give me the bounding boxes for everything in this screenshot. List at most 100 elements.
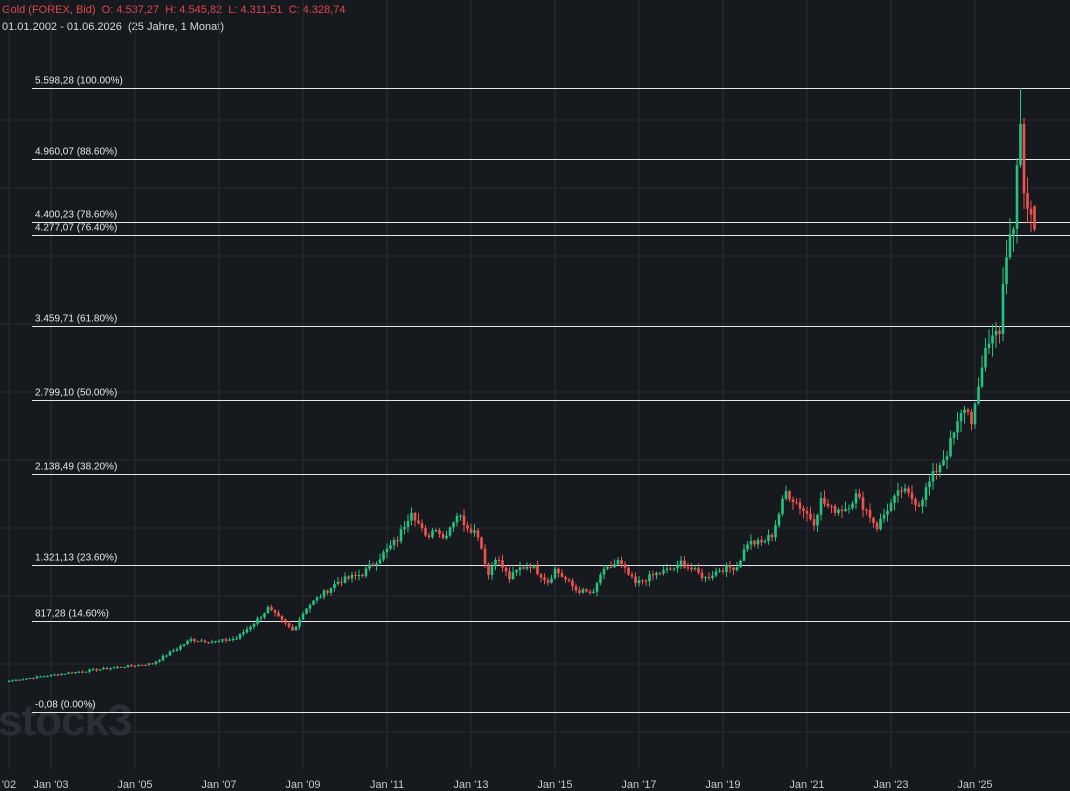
candle-body [133,665,137,667]
candle-body [473,530,476,533]
candle-body [914,499,917,505]
candle-body [546,580,550,583]
candle-body [840,509,844,511]
candle-body [315,597,319,601]
fib-level-label: 3.459,71 (61.80%) [35,314,117,325]
candle-body [1008,234,1012,258]
fib-level-label: -0,08 (0.00%) [35,700,96,711]
candle-body [39,676,42,678]
candle-body [399,529,403,542]
candle-body [175,649,179,651]
candle-body [424,528,427,536]
candle-body [242,632,245,635]
candle-body [137,664,140,666]
fibonacci-levels: 5.598,28 (100.00%) 4.960,07 (88.60%) 4.400… [32,76,1070,713]
candle-body [861,497,865,510]
candle-body [896,490,900,496]
candle-body [84,671,88,673]
x-tick-label: Jan '21 [789,779,824,791]
candle-body [833,506,837,513]
candle-body [284,619,287,624]
candle-body [774,525,777,538]
candle-body [14,679,18,681]
candle-body [735,567,739,571]
candle-body [805,510,809,514]
candle-body [182,644,186,646]
candle-body [301,613,305,620]
candle-body [378,559,382,564]
candle-body [305,608,308,614]
candle-body [728,565,732,568]
candle-body [956,421,959,433]
candle-body [977,386,980,404]
candle-body [413,512,417,521]
candle-body [536,565,539,575]
candle-body [749,540,753,545]
candle-body [739,560,742,568]
candle-body [504,567,508,572]
x-tick-label: '02 [2,779,16,791]
candle-body [350,574,354,579]
candle-body [984,348,987,368]
candle-body [718,570,721,572]
candle-body [469,528,473,533]
candle-body [1022,123,1026,194]
candle-body [74,672,77,674]
candle-body [623,564,627,568]
candle-body [942,459,945,466]
candle-body [1012,228,1015,235]
candle-body [231,638,235,640]
candle-body [686,567,690,569]
candle-body [791,499,795,503]
x-tick-label: Jan '07 [201,779,236,791]
candle-body [144,664,147,666]
candle-body [193,639,196,642]
candle-body [606,566,609,569]
candle-body [763,541,767,543]
candle-body [865,509,868,511]
fib-level-label: 4.960,07 (88.60%) [35,147,117,158]
candle-body [179,645,182,650]
candle-body [994,330,998,336]
candle-body [991,335,994,344]
candle-body [770,534,774,538]
candle-body [756,539,760,545]
candle-body [700,572,704,579]
candle-body [259,617,263,619]
candle-body [784,491,788,499]
candle-body [935,471,938,473]
candle-body [515,570,518,573]
candle-body [609,566,613,568]
candle-body [690,567,693,570]
candle-body [28,678,32,680]
candle-body [294,626,298,631]
candle-body [532,565,536,568]
candle-body [105,667,109,669]
candle-body [1026,193,1029,209]
candle-body [196,641,200,643]
candle-body [613,564,616,568]
candle-body [725,565,728,572]
candle-body [252,623,256,627]
candle-body [98,669,102,671]
gold-candlestick-chart[interactable]: 5.598,28 (100.00%) 4.960,07 (88.60%) 4.400… [0,0,1070,791]
candle-body [585,589,588,592]
candle-body [847,508,851,510]
candle-body [543,577,546,581]
candle-body [420,523,424,529]
candle-body [665,568,669,570]
candle-body [693,568,697,570]
candle-body [795,502,798,504]
candle-body [564,576,567,580]
candle-body [445,535,448,539]
candle-body [53,674,56,676]
fib-level-label: 4.400,23 (78.60%) [35,210,117,221]
candle-body [816,514,819,526]
candle-body [644,580,648,582]
candle-body [95,669,98,671]
x-tick-label: Jan '19 [705,779,740,791]
candle-body [672,568,676,570]
candle-body [389,545,392,549]
candle-body [980,367,984,387]
candle-body [46,676,49,678]
